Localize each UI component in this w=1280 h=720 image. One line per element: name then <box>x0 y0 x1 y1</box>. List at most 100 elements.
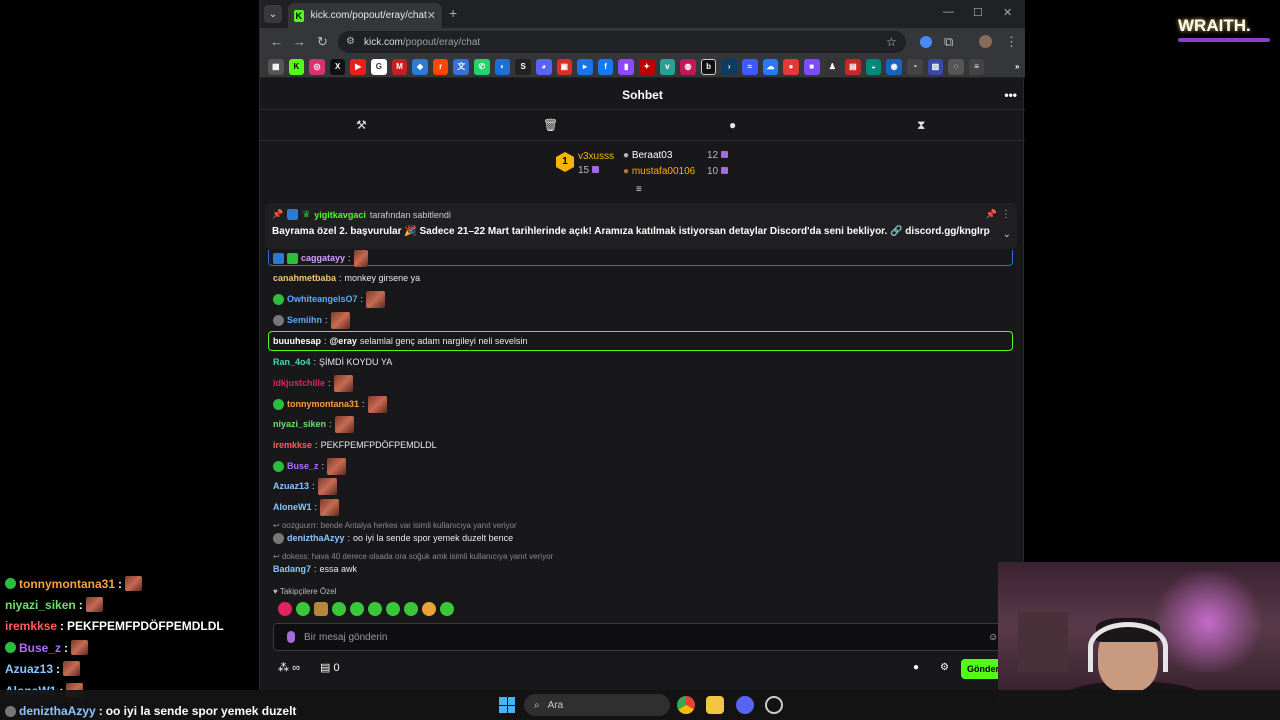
chat-message[interactable]: AloneW1: <box>273 498 340 516</box>
chat-username[interactable]: Buse_z <box>287 461 319 471</box>
gift-box-icon[interactable]: ▤ 0 <box>320 661 340 674</box>
back-icon[interactable]: ← <box>270 34 283 49</box>
chat-username[interactable]: Azuaz13 <box>273 481 309 491</box>
minimize-icon[interactable]: — <box>943 6 954 18</box>
pinned-expand-chevron-icon[interactable]: ⌄ <box>1003 229 1011 240</box>
emoji-picker-icon[interactable]: ☺ <box>988 632 998 643</box>
bookmark-prime-icon[interactable]: › <box>721 58 738 75</box>
settings-gear-icon[interactable]: ⚙ <box>940 662 949 673</box>
emote-button[interactable] <box>332 602 346 616</box>
chat-username[interactable]: denizthaAzyy <box>287 533 345 543</box>
emote-button[interactable] <box>386 602 400 616</box>
clear-chat-trash-icon[interactable]: 🗑 <box>543 118 558 132</box>
bookmark-news-icon[interactable]: ▣ <box>556 58 573 75</box>
chat-message[interactable]: tonnymontana31: <box>273 395 387 413</box>
windows-start-icon[interactable] <box>499 697 515 713</box>
bookmark-star-icon[interactable]: ☆ <box>886 35 897 49</box>
chat-username[interactable]: tonnymontana31 <box>287 399 359 409</box>
bookmark-discord-icon[interactable]: ◕ <box>535 58 552 75</box>
maximize-icon[interactable]: ☐ <box>973 6 983 19</box>
chat-username[interactable]: Badang7 <box>273 564 311 574</box>
bookmark-google-icon[interactable]: G <box>371 58 387 75</box>
chat-message[interactable]: niyazi_siken: <box>273 415 354 433</box>
window-close-icon[interactable]: ✕ <box>1003 6 1012 19</box>
bookmark-cloud-icon[interactable]: ☁ <box>762 58 779 75</box>
pinned-by-user[interactable]: yigitkavgaci <box>314 210 366 220</box>
bookmark-gray-icon[interactable]: ◌ <box>948 58 964 75</box>
chat-username[interactable]: caggatayy <box>301 253 345 263</box>
bookmark-instagram-icon[interactable]: ◎ <box>309 58 325 75</box>
browser-menu-icon[interactable]: ⋮ <box>1005 34 1018 50</box>
chat-username[interactable]: Ran_4o4 <box>273 357 311 367</box>
bookmark-figure-icon[interactable]: ♟ <box>824 58 841 75</box>
bookmark-x-icon[interactable]: X <box>329 58 346 75</box>
bookmark-circle-icon[interactable]: ◍ <box>680 58 696 75</box>
bookmark-v-icon[interactable]: v <box>659 58 676 75</box>
apps-grid-icon[interactable]: ▦ <box>268 58 284 75</box>
reload-icon[interactable]: ↻ <box>317 34 328 50</box>
bookmark-reddit-icon[interactable]: r <box>432 58 449 75</box>
emote-button[interactable] <box>278 602 292 616</box>
chat-username[interactable]: buuuhesap <box>273 336 321 346</box>
emote-button[interactable] <box>368 602 382 616</box>
chat-message[interactable]: Semiihn: <box>273 311 350 329</box>
url-field[interactable]: kick.com/popout/eray/chat <box>338 31 906 53</box>
leaderboard-second[interactable]: ● Beraat03 <box>623 150 672 161</box>
bookmark-square-icon[interactable]: ▧ <box>927 58 944 75</box>
bookmark-translate-icon[interactable]: 文 <box>453 58 470 75</box>
emote-button[interactable] <box>314 602 328 616</box>
chat-message[interactable]: caggatayy: <box>273 249 368 267</box>
bookmark-globe-icon[interactable]: ◉ <box>886 58 902 75</box>
chat-message[interactable]: OwhiteangelsO7: <box>273 290 386 308</box>
channel-points-icon[interactable]: ⁂ ∞ <box>278 661 300 674</box>
ban-hammer-icon[interactable]: ⚒ <box>356 118 367 132</box>
chat-message[interactable]: buuuhesap: @eray selamlal genç adam nargil… <box>273 332 527 350</box>
bookmark-whatsapp-icon[interactable]: ✆ <box>474 58 490 75</box>
leaderboard-first-name[interactable]: v3xusss <box>578 151 614 162</box>
expand-leaderboard-icon[interactable]: ≡ <box>636 184 642 195</box>
chat-bubble-icon[interactable]: ● <box>913 662 919 673</box>
bookmark-facebook-icon[interactable]: f <box>597 58 614 75</box>
bookmark-play-icon[interactable]: ▸ <box>577 58 593 75</box>
chat-more-icon[interactable]: ••• <box>1004 80 1017 110</box>
leaderboard-third[interactable]: ● mustafa00106 <box>623 166 695 177</box>
emote-button[interactable] <box>404 602 418 616</box>
bookmark-b-icon[interactable]: b <box>700 58 717 75</box>
bookmark-gmail-icon[interactable]: M <box>391 58 408 75</box>
forward-icon[interactable]: → <box>293 34 306 49</box>
bookmark-twitch-icon[interactable]: ▮ <box>618 58 634 75</box>
emote-button[interactable] <box>350 602 364 616</box>
bookmark-kick-icon[interactable]: K <box>288 58 305 75</box>
chat-message[interactable]: iremkkse: PEKFPEMFPDÖFPEMDLDL <box>273 436 437 454</box>
emote-button[interactable] <box>440 602 454 616</box>
bookmark-steam-icon[interactable]: S <box>515 58 531 75</box>
bookmark-stack-icon[interactable]: ≡ <box>968 58 985 75</box>
file-explorer-taskbar-icon[interactable] <box>706 696 724 714</box>
bookmark-green-icon[interactable]: ◒ <box>865 58 882 75</box>
chat-input[interactable]: Bir mesaj gönderin <box>273 623 1001 651</box>
send-button[interactable]: Gönder <box>961 659 1001 679</box>
extensions-puzzle-icon[interactable]: ⧉ <box>944 34 953 50</box>
chat-username[interactable]: iremkkse <box>273 440 312 450</box>
chat-message[interactable]: Ran_4o4: ŞİMDİ KOYDU YA <box>273 353 392 371</box>
chat-message[interactable]: Buse_z: <box>273 457 347 475</box>
chat-username[interactable]: OwhiteangelsO7 <box>287 294 358 304</box>
chat-username[interactable]: niyazi_siken <box>273 419 326 429</box>
emote-button[interactable] <box>422 602 436 616</box>
discord-taskbar-icon[interactable] <box>736 696 754 714</box>
app-taskbar-icon[interactable] <box>765 696 783 714</box>
bookmark-github-icon[interactable]: ◔ <box>906 58 923 75</box>
bookmark-drive-icon[interactable]: ◆ <box>412 58 428 75</box>
pinned-message[interactable]: 📌 ♛ yigitkavgaci tarafından sabitlendi B… <box>265 203 1017 249</box>
tab-search-icon[interactable]: ⌄ <box>264 5 282 23</box>
tab-close-icon[interactable]: ✕ <box>427 9 436 22</box>
microphone-icon[interactable] <box>287 631 295 643</box>
pinned-more-icon[interactable]: ⋮ <box>1001 209 1011 220</box>
chat-message[interactable]: idkjustchille: <box>273 374 353 392</box>
chat-message[interactable]: denizthaAzyy: oo iyi la sende spor yemek … <box>273 529 513 547</box>
bookmark-purple-icon[interactable]: ■ <box>803 58 820 75</box>
chat-username[interactable]: idkjustchille <box>273 378 325 388</box>
unpin-icon[interactable]: 📌 <box>986 209 997 220</box>
chat-username[interactable]: AloneW1 <box>273 502 312 512</box>
chat-message[interactable]: canahmetbaba: monkey girsene ya <box>273 269 420 287</box>
